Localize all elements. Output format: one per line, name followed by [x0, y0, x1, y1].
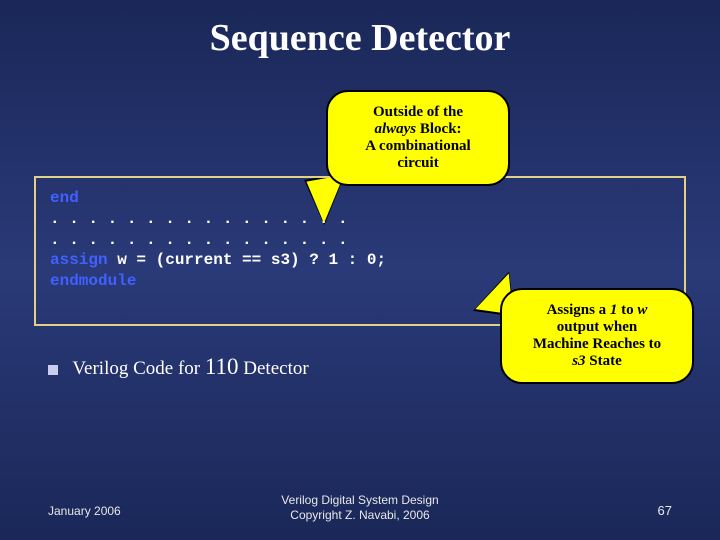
- callout2-line4: s3 State: [508, 353, 686, 370]
- code-dots-1: . . . . . . . . . . . . . . . .: [50, 209, 670, 230]
- callout1-em: always: [374, 121, 416, 137]
- bullet-pre: Verilog Code for: [72, 358, 204, 379]
- c2-l4-em: s3: [572, 353, 585, 369]
- footer-center: Verilog Digital System Design Copyright …: [0, 493, 720, 522]
- c2-l4-post: State: [586, 353, 622, 369]
- callout1-line4: circuit: [334, 155, 502, 172]
- bullet-big: 110: [205, 354, 239, 379]
- callout1-line2: always Block:: [334, 121, 502, 138]
- callout2-line2: output when: [508, 319, 686, 336]
- footer-center-1: Verilog Digital System Design: [0, 493, 720, 507]
- callout-assigns-one: Assigns a 1 to w output when Machine Rea…: [500, 288, 694, 384]
- callout2-line1: Assigns a 1 to w: [508, 302, 686, 319]
- assign-rest: w = (current == s3) ? 1 : 0;: [108, 251, 386, 269]
- c2-l1-mid: to: [617, 302, 637, 318]
- code-dots-2: . . . . . . . . . . . . . . . .: [50, 230, 670, 251]
- kw-assign: assign: [50, 251, 108, 269]
- callout1-line3: A combinational: [334, 138, 502, 155]
- kw-endmodule: endmodule: [50, 272, 136, 290]
- bullet-line: Verilog Code for 110 Detector: [48, 354, 309, 380]
- slide-title: Sequence Detector: [0, 0, 720, 60]
- callout2-line3: Machine Reaches to: [508, 336, 686, 353]
- footer-page-number: 67: [658, 503, 672, 518]
- callout1-line1: Outside of the: [334, 104, 502, 121]
- c2-l1-em2: w: [637, 302, 647, 318]
- callout1-line2-post: Block:: [416, 121, 461, 137]
- footer-center-2: Copyright Z. Navabi, 2006: [0, 508, 720, 522]
- bullet-square-icon: [48, 365, 58, 375]
- callout-outside-always: Outside of the always Block: A combinati…: [326, 90, 510, 186]
- c2-l1-pre: Assigns a: [547, 302, 610, 318]
- bullet-post: Detector: [239, 358, 309, 379]
- kw-end: end: [50, 189, 79, 207]
